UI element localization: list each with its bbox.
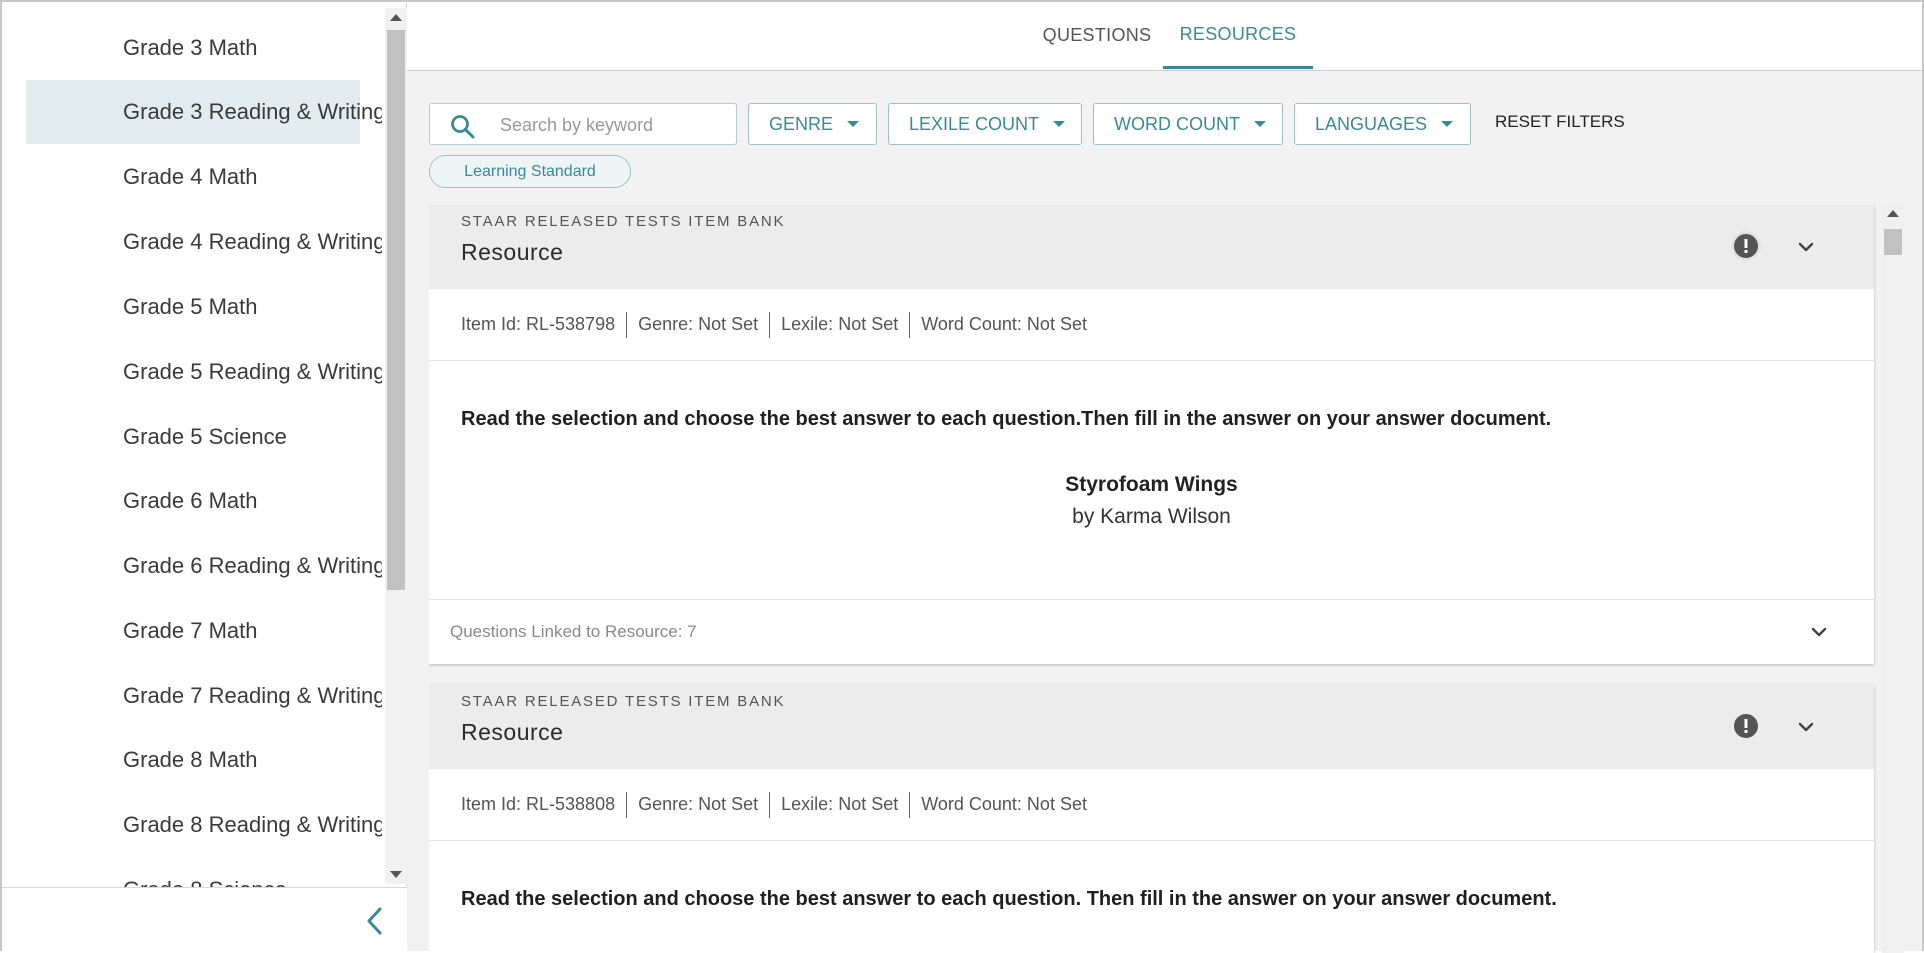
search-icon [451,115,475,139]
results-scrollbar[interactable] [1882,205,1904,953]
results-scroll-thumb[interactable] [1884,229,1902,255]
reset-filters-button[interactable]: RESET FILTERS [1495,112,1625,132]
divider [626,311,628,338]
lexile-value: Lexile: Not Set [781,314,899,334]
sidebar-scroll-thumb[interactable] [387,30,405,590]
divider [769,311,771,338]
word-count-value: Word Count: Not Set [921,794,1087,814]
chevron-down-icon[interactable] [1794,235,1818,259]
results-list: STAAR RELEASED TESTS ITEM BANK Resource [429,205,1906,953]
sidebar-item-grade-7-math[interactable]: Grade 7 Math [26,599,360,663]
sidebar-item-grade-4-reading-writing[interactable]: Grade 4 Reading & Writing [26,210,382,274]
story-author: by Karma Wilson [1072,505,1231,528]
sidebar-item-grade-5-math[interactable]: Grade 5 Math [26,275,360,339]
divider [909,791,911,818]
sidebar-item-grade-7-reading-writing[interactable]: Grade 7 Reading & Writing [26,664,382,728]
divider [626,791,628,818]
resource-instructions: Read the selection and choose the best a… [461,408,1552,430]
word-count-value: Word Count: Not Set [921,314,1087,334]
divider [769,791,771,818]
lexile-count-filter-button[interactable]: LEXILE COUNT [888,103,1082,145]
alert-icon[interactable] [1731,711,1761,741]
story-title: Styrofoam Wings [1065,473,1238,496]
card-meta-row: Item Id: RL-538798 Genre: Not Set Lexile… [429,289,1874,361]
linked-questions-row[interactable]: Questions Linked to Resource: 7 [429,599,1874,664]
divider [909,311,911,338]
sidebar-item-grade-4-math[interactable]: Grade 4 Math [26,145,360,209]
search-field[interactable] [429,103,737,145]
item-id: Item Id: RL-538808 [461,794,616,814]
scroll-up-icon[interactable] [1887,210,1899,217]
lexile-value: Lexile: Not Set [781,794,899,814]
sidebar-list: Grade 3 Math Grade 3 Reading & Writing G… [2,2,382,887]
linked-questions-count: Questions Linked to Resource: 7 [450,622,697,641]
item-id: Item Id: RL-538798 [461,314,616,334]
resource-card: STAAR RELEASED TESTS ITEM BANK Resource [429,205,1874,664]
word-count-filter-button[interactable]: WORD COUNT [1093,103,1283,145]
chevron-left-icon [367,907,382,935]
caret-down-icon [847,121,860,127]
sidebar-item-grade-8-reading-writing[interactable]: Grade 8 Reading & Writing [26,793,382,857]
collapse-sidebar-button[interactable] [358,904,392,938]
card-title: Resource [461,719,564,745]
tab-questions[interactable]: QUESTIONS [1022,2,1172,69]
main-panel: QUESTIONS RESOURCES GENRE LEXILE COUNT W… [407,0,1924,953]
chevron-down-icon[interactable] [1807,620,1831,644]
sidebar-item-grade-5-reading-writing[interactable]: Grade 5 Reading & Writing [26,340,382,404]
sidebar: Grade 3 Math Grade 3 Reading & Writing G… [0,0,407,953]
card-meta-row: Item Id: RL-538808 Genre: Not Set Lexile… [429,769,1874,841]
card-title: Resource [461,239,564,265]
item-bank-label: STAAR RELEASED TESTS ITEM BANK [461,693,786,710]
scroll-down-icon[interactable] [390,871,402,878]
resource-card: STAAR RELEASED TESTS ITEM BANK Resource [429,685,1874,953]
caret-down-icon [1441,121,1454,127]
tab-resources[interactable]: RESOURCES [1163,2,1313,69]
sidebar-item-grade-6-math[interactable]: Grade 6 Math [26,469,360,533]
scroll-up-icon[interactable] [390,14,402,21]
sidebar-scrollbar[interactable] [385,8,407,884]
caret-down-icon [1053,121,1066,127]
lexile-count-filter-label: LEXILE COUNT [909,113,1040,134]
item-bank-label: STAAR RELEASED TESTS ITEM BANK [461,213,786,230]
sidebar-item-grade-8-science[interactable]: Grade 8 Science [26,858,360,887]
genre-filter-button[interactable]: GENRE [748,103,877,145]
resource-instructions: Read the selection and choose the best a… [461,888,1557,910]
sidebar-item-grade-8-math[interactable]: Grade 8 Math [26,728,360,792]
genre-filter-label: GENRE [769,113,834,134]
genre-value: Genre: Not Set [638,314,759,334]
learning-standard-chip[interactable]: Learning Standard [429,155,631,188]
languages-filter-label: LANGUAGES [1315,113,1428,134]
card-header: STAAR RELEASED TESTS ITEM BANK Resource [429,205,1874,289]
sidebar-footer [2,887,407,953]
search-input[interactable] [500,112,720,138]
sidebar-item-grade-6-reading-writing[interactable]: Grade 6 Reading & Writing [26,534,382,598]
card-header: STAAR RELEASED TESTS ITEM BANK Resource [429,685,1874,769]
tab-bar: QUESTIONS RESOURCES [407,2,1922,71]
sidebar-item-grade-3-math[interactable]: Grade 3 Math [26,16,360,80]
genre-value: Genre: Not Set [638,794,759,814]
sidebar-item-grade-3-reading-writing[interactable]: Grade 3 Reading & Writing [26,80,382,144]
languages-filter-button[interactable]: LANGUAGES [1294,103,1471,145]
sidebar-item-grade-5-science[interactable]: Grade 5 Science [26,405,360,469]
caret-down-icon [1253,121,1266,127]
word-count-filter-label: WORD COUNT [1114,113,1240,134]
chevron-down-icon[interactable] [1794,715,1818,739]
alert-icon[interactable] [1731,231,1761,261]
